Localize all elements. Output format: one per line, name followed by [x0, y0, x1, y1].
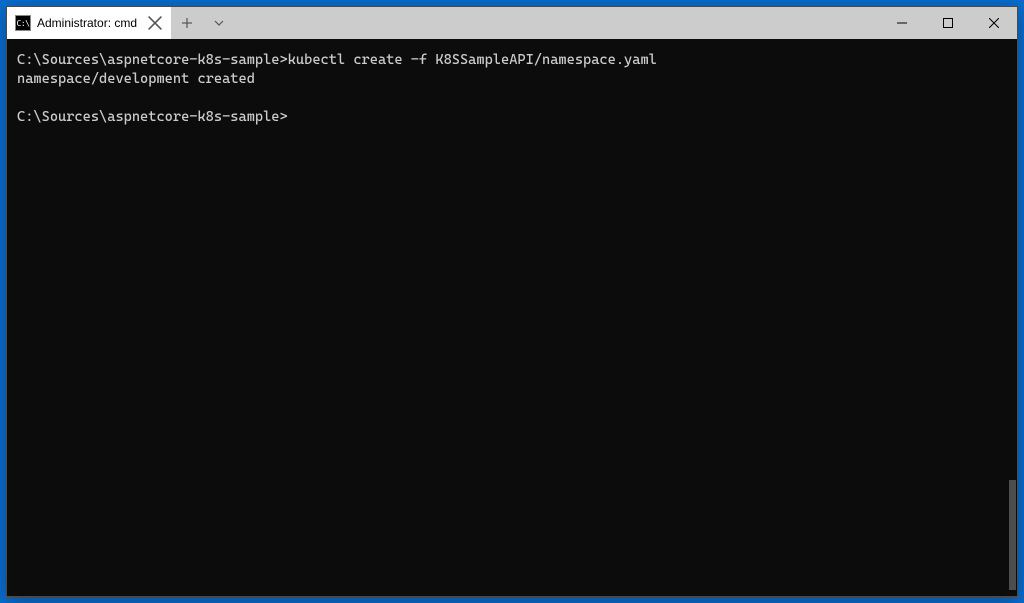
close-icon	[147, 15, 163, 31]
tab-close-button[interactable]	[147, 15, 163, 31]
plus-icon	[181, 17, 193, 29]
tabstrip: C:\ Administrator: cmd	[7, 7, 443, 39]
cmd-icon: C:\	[15, 15, 31, 31]
chevron-down-icon	[213, 17, 225, 29]
minimize-button[interactable]	[879, 7, 925, 39]
command-text: kubectl create -f K8SSampleAPI/namespace…	[288, 52, 657, 68]
prompt: C:\Sources\aspnetcore-k8s-sample>	[17, 109, 288, 125]
new-tab-button[interactable]	[171, 7, 203, 39]
tab-title: Administrator: cmd	[37, 16, 137, 30]
scrollbar-thumb[interactable]	[1009, 480, 1016, 590]
terminal-output: C:\Sources\aspnetcore-k8s-sample>kubectl…	[17, 51, 1007, 127]
maximize-button[interactable]	[925, 7, 971, 39]
close-button[interactable]	[971, 7, 1017, 39]
window-controls	[879, 7, 1017, 39]
close-icon	[989, 18, 999, 28]
prompt: C:\Sources\aspnetcore-k8s-sample>	[17, 52, 288, 68]
titlebar-drag-area[interactable]	[443, 7, 879, 39]
terminal-body[interactable]: C:\Sources\aspnetcore-k8s-sample>kubectl…	[7, 39, 1017, 596]
tab-active[interactable]: C:\ Administrator: cmd	[7, 7, 171, 39]
maximize-icon	[943, 18, 953, 28]
minimize-icon	[897, 18, 907, 28]
tab-dropdown-button[interactable]	[203, 7, 235, 39]
titlebar: C:\ Administrator: cmd	[7, 7, 1017, 39]
output-line: namespace/development created	[17, 71, 255, 87]
terminal-window: C:\ Administrator: cmd	[6, 6, 1018, 597]
